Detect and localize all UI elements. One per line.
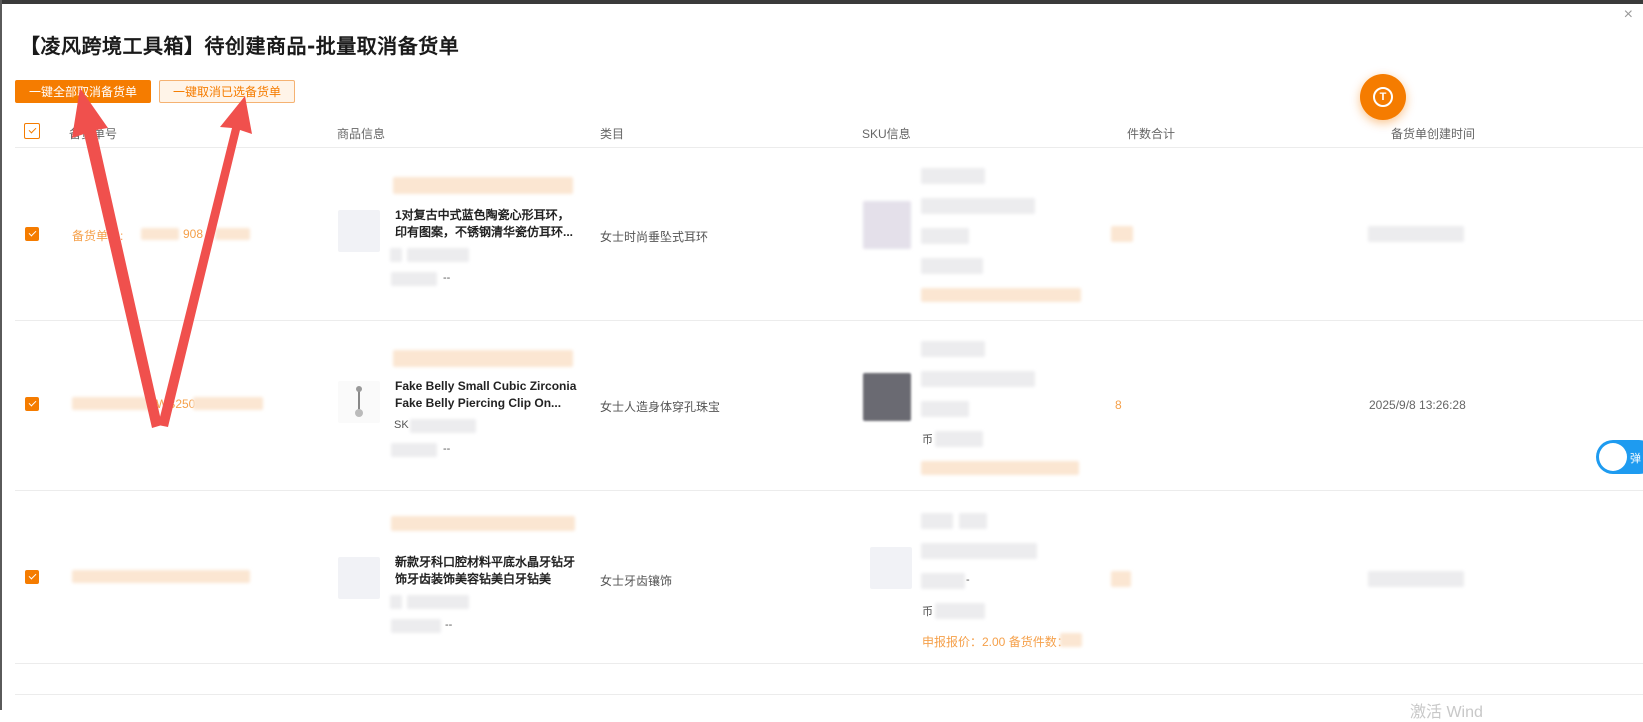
tool-logo-icon: T (1373, 87, 1393, 107)
product-sku-redacted (407, 595, 469, 609)
row-checkbox[interactable] (25, 397, 39, 411)
table-header: 备货单号 商品信息 类目 SKU信息 件数合计 备货单创建时间 (15, 118, 1643, 148)
sku-declare-redacted (1060, 633, 1082, 647)
cancel-all-button[interactable]: 一键全部取消备货单 (15, 80, 151, 103)
product-name: Fake Belly Small Cubic Zirconia Fake Bel… (395, 379, 577, 410)
toggle-knob (1599, 443, 1627, 471)
product-name: 新款牙科口腔材料平底水晶牙钻牙饰牙齿装饰美容钻美白牙钻美 (395, 555, 576, 586)
product-title-redacted (391, 516, 575, 531)
floating-tool-button[interactable]: T (1360, 74, 1406, 120)
order-no-redacted (193, 397, 263, 410)
qty-redacted (1111, 571, 1131, 587)
popup-toggle[interactable]: 弹 (1596, 440, 1643, 474)
category: 女士牙齿镶饰 (600, 574, 673, 588)
qty-redacted (1111, 226, 1133, 242)
order-no-redacted (72, 570, 250, 583)
product-sku-prefix: SK (394, 419, 409, 431)
product-name: 1对复古中式蓝色陶瓷心形耳环，印有图案，不锈钢清华瓷仿耳环... (395, 208, 574, 239)
window-top-border (0, 0, 1643, 4)
sku-currency: 币 (922, 606, 933, 618)
product-sku-redacted (407, 248, 469, 262)
sku-field-redacted (921, 371, 1035, 387)
sku-field-redacted (935, 431, 983, 447)
product-sku-redacted (410, 419, 476, 433)
category: 女士人造身体穿孔珠宝 (600, 400, 721, 414)
dialog-title: 【凌风跨境工具箱】待创建商品-批量取消备货单 (20, 34, 460, 58)
belly-piercing-icon (355, 386, 363, 417)
sku-field-redacted (959, 513, 987, 529)
cancel-selected-button[interactable]: 一键取消已选备货单 (159, 80, 295, 103)
sku-field-redacted (921, 228, 969, 244)
order-no-redacted (215, 228, 250, 240)
sku-field-redacted (921, 401, 969, 417)
sku-field-redacted (921, 543, 1037, 559)
product-meta: -- (445, 619, 453, 631)
sku-field-redacted (921, 573, 965, 589)
close-icon[interactable]: × (1624, 6, 1633, 24)
activation-watermark: 激活 Wind (1410, 704, 1483, 721)
product-meta-redacted (391, 619, 441, 633)
product-title-redacted (393, 350, 573, 367)
product-sku-redacted (390, 248, 402, 262)
product-title-redacted (393, 177, 573, 194)
sku-field-redacted (921, 513, 953, 529)
sku-field-redacted (935, 603, 985, 619)
order-no-label: 备货单号: (72, 229, 124, 243)
sku-declare-info: 申报报价：2.00 备货件数： (922, 635, 1069, 649)
table-row: WB250 Fake Belly Small Cubic Zirconia Fa… (15, 321, 1643, 491)
select-all-checkbox[interactable] (24, 123, 40, 139)
sku-field-redacted (921, 258, 983, 274)
toggle-label: 弹 (1630, 453, 1641, 465)
header-qty-total: 件数合计 (1127, 127, 1176, 141)
product-meta: -- (443, 443, 451, 455)
product-meta: -- (443, 272, 451, 284)
sku-thumbnail (863, 201, 911, 249)
sku-field-redacted (921, 198, 1035, 214)
row-checkbox[interactable] (25, 227, 39, 241)
order-no-redacted (72, 397, 152, 410)
sku-declare-redacted (921, 461, 1079, 475)
row-checkbox[interactable] (25, 570, 39, 584)
created-time-redacted (1368, 226, 1464, 242)
footer-divider (15, 694, 1643, 695)
table-row: 新款牙科口腔材料平底水晶牙钻牙饰牙齿装饰美容钻美白牙钻美 -- 女士牙齿镶饰 -… (15, 491, 1643, 664)
window-left-border (0, 0, 2, 710)
table-row: 备货单号: 908 1对复古中式蓝色陶瓷心形耳环，印有图案，不锈钢清华瓷仿耳环.… (15, 148, 1643, 321)
created-time: 2025/9/8 13:26:28 (1369, 398, 1466, 412)
order-no-redacted (141, 228, 179, 240)
order-no-suffix: WB250 (156, 397, 196, 411)
sku-declare-redacted (921, 288, 1081, 302)
sku-field-redacted (921, 341, 985, 357)
header-product-info: 商品信息 (337, 127, 386, 141)
sku-field-redacted (921, 168, 985, 184)
category: 女士时尚垂坠式耳环 (600, 230, 709, 244)
sku-thumbnail (863, 373, 911, 421)
header-sku-info: SKU信息 (862, 127, 911, 141)
order-no-suffix: 908 (183, 227, 204, 241)
sku-currency: 币 (922, 434, 933, 446)
product-meta-redacted (391, 443, 437, 457)
created-time-redacted (1368, 571, 1464, 587)
sku-dash: - (966, 574, 970, 586)
header-category: 类目 (600, 127, 625, 141)
product-sku-redacted (390, 595, 402, 609)
header-order-no: 备货单号 (69, 127, 118, 141)
product-thumbnail (338, 557, 380, 599)
qty-total: 8 (1115, 398, 1122, 412)
product-meta-redacted (391, 272, 437, 286)
product-thumbnail (338, 381, 380, 423)
header-created-time: 备货单创建时间 (1391, 127, 1476, 141)
sku-thumbnail (870, 547, 912, 589)
product-thumbnail (338, 210, 380, 252)
